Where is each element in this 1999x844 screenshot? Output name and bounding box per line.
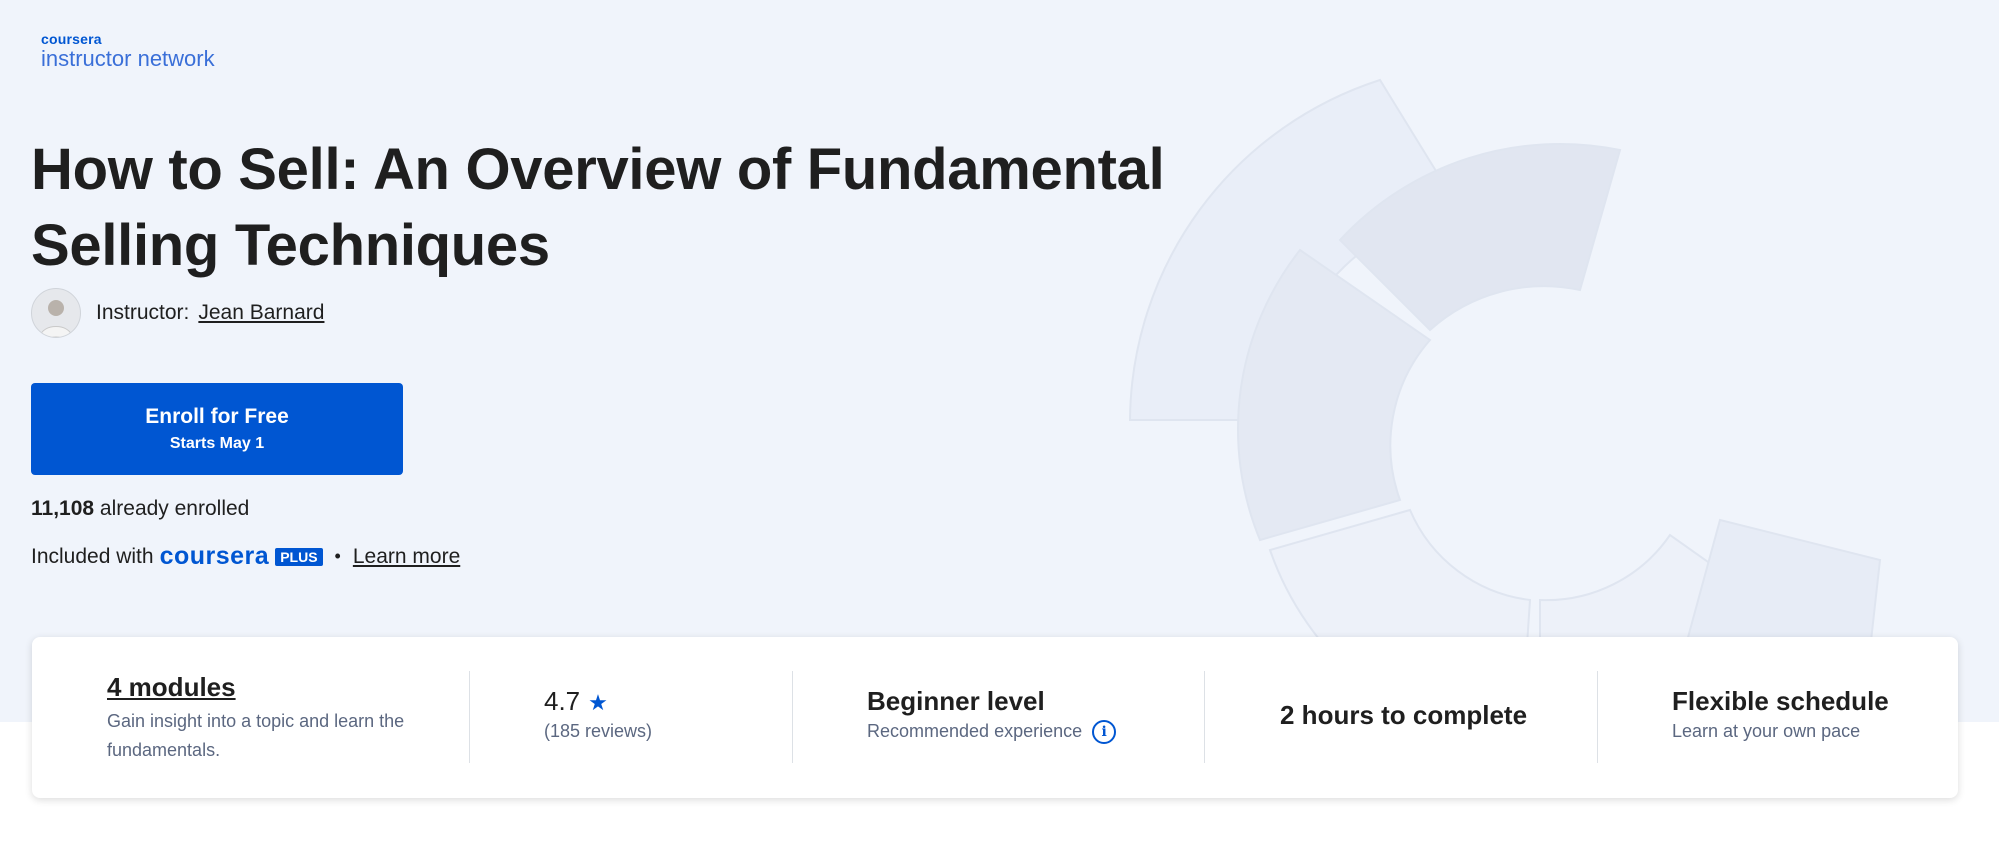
schedule-description: Learn at your own pace xyxy=(1672,721,1861,741)
rating-reviews: (185 reviews) xyxy=(544,721,653,741)
course-stats-card: 4 modules Gain insight into a topic and … xyxy=(32,637,1958,798)
instructor-avatar[interactable] xyxy=(31,288,81,338)
coursera-plus-logo: coursera PLUS xyxy=(160,542,323,571)
enrolled-count: 11,108 already enrolled xyxy=(31,497,249,521)
rating-row: 4.7 ★ xyxy=(544,686,794,717)
stat-duration: 2 hours to complete xyxy=(1280,637,1620,798)
instructor-name-link[interactable]: Jean Barnard xyxy=(198,301,324,325)
level-title: Beginner level xyxy=(867,686,1045,716)
learn-more-link[interactable]: Learn more xyxy=(353,545,460,569)
divider xyxy=(1204,671,1205,763)
separator-dot: • xyxy=(334,546,341,566)
stat-schedule: Flexible schedule Learn at your own pace xyxy=(1672,637,1942,798)
avatar-person-icon xyxy=(39,300,73,337)
level-description-row: Recommended experience i xyxy=(867,717,1197,746)
stat-level: Beginner level Recommended experience i xyxy=(867,637,1197,798)
enroll-button[interactable]: Enroll for Free Starts May 1 xyxy=(31,383,403,475)
instructor-row: Instructor: Jean Barnard xyxy=(31,288,324,338)
divider xyxy=(792,671,793,763)
enroll-button-label: Enroll for Free xyxy=(145,405,289,428)
decorative-logo-graphic xyxy=(1128,78,1882,722)
modules-description: Gain insight into a topic and learn the … xyxy=(107,711,405,760)
brand-top-text: coursera xyxy=(41,31,102,47)
divider xyxy=(1597,671,1598,763)
star-icon: ★ xyxy=(588,690,608,715)
coursera-instructor-network-logo[interactable]: coursera instructor network xyxy=(41,32,215,70)
modules-link[interactable]: 4 modules xyxy=(107,672,437,703)
instructor-label: Instructor: xyxy=(96,301,190,324)
divider xyxy=(469,671,470,763)
enrolled-text: already enrolled xyxy=(99,497,250,520)
stat-modules: 4 modules Gain insight into a topic and … xyxy=(107,637,437,798)
included-prefix: Included with xyxy=(31,544,154,568)
stat-rating: 4.7 ★ (185 reviews) xyxy=(544,637,794,798)
plus-logo-word: coursera xyxy=(159,542,270,570)
course-title: How to Sell: An Overview of Fundamental … xyxy=(31,137,1165,278)
info-icon[interactable]: i xyxy=(1092,720,1117,745)
included-with-plus: Included with coursera PLUS • Learn more xyxy=(31,542,460,571)
rating-value: 4.7 xyxy=(544,686,581,716)
enrolled-number: 11,108 xyxy=(31,497,95,520)
enroll-start-date: Starts May 1 xyxy=(169,435,265,452)
hero-section: coursera instructor network How to Sell:… xyxy=(0,0,1999,722)
plus-badge: PLUS xyxy=(275,547,323,566)
schedule-title: Flexible schedule xyxy=(1672,686,1889,716)
duration-title: 2 hours to complete xyxy=(1280,700,1528,730)
level-description: Recommended experience xyxy=(867,721,1083,741)
brand-bottom-text: instructor network xyxy=(41,46,215,71)
